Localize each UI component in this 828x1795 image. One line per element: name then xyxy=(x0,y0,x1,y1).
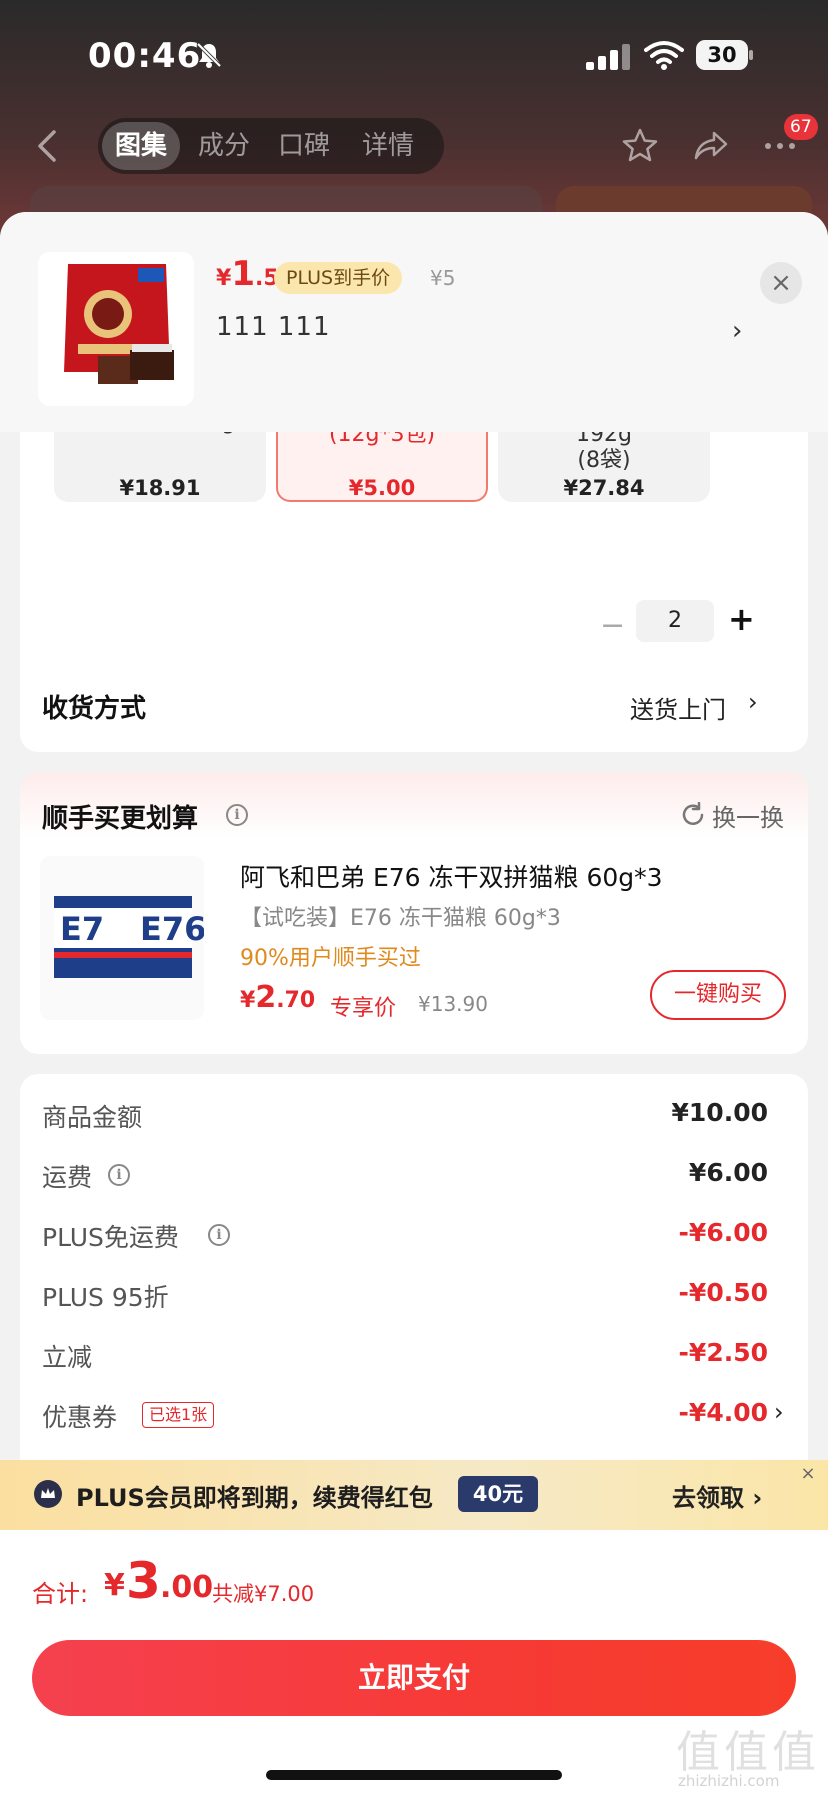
signal-icon xyxy=(586,44,630,70)
total-decimal: .00 xyxy=(160,1570,214,1605)
product-tabs: 图集 成分 口碑 详情 xyxy=(98,118,444,174)
battery-indicator: 30 xyxy=(696,40,754,70)
summary-row-coupon[interactable]: 优惠券 已选1张 -¥4.00 › xyxy=(42,1398,788,1434)
summary-value: -¥2.50 xyxy=(678,1338,768,1367)
bundle-bought-rate: 90%用户顺手买过 xyxy=(240,946,421,971)
home-indicator[interactable] xyxy=(266,1770,562,1780)
current-price: ¥1.5 xyxy=(216,254,279,294)
status-time: 00:46 xyxy=(88,36,202,76)
summary-label: 立减 xyxy=(42,1343,93,1372)
site-watermark: 值值值 xyxy=(676,1727,820,1778)
one-click-buy-button[interactable]: 一键购买 xyxy=(650,970,786,1020)
message-count-badge: 67 xyxy=(784,114,818,140)
refresh-icon[interactable] xyxy=(680,802,706,828)
total-label: 合计: xyxy=(32,1580,89,1608)
total-integer: 3 xyxy=(126,1552,161,1610)
quantity-increase-button[interactable]: + xyxy=(728,600,755,638)
bundle-recommendation-card: 顺手买更划算 i 换一换 E76 E7 阿飞和巴弟 E76 冻干双拼猫粮 60g… xyxy=(20,772,808,1054)
original-price: ¥5 xyxy=(430,266,456,290)
bundle-title: 顺手买更划算 xyxy=(42,804,199,834)
battery-cap xyxy=(749,50,753,60)
summary-label: 商品金额 xyxy=(42,1103,143,1132)
status-bar: 00:46 30 xyxy=(0,0,828,110)
summary-value: ¥6.00 xyxy=(688,1158,768,1187)
summary-label: 优惠券 xyxy=(42,1403,118,1432)
red-packet-amount-badge: 40元 xyxy=(458,1476,538,1512)
favorite-star-icon[interactable] xyxy=(620,126,660,166)
close-icon[interactable]: × xyxy=(796,1462,820,1486)
bundle-price: ¥2.70 xyxy=(240,980,315,1015)
summary-label: PLUS 95折 xyxy=(42,1283,169,1312)
price-currency: ¥ xyxy=(216,266,232,291)
total-saved: 共减¥7.00 xyxy=(212,1582,315,1606)
summary-label: PLUS免运费 xyxy=(42,1223,179,1252)
summary-value: -¥4.00 xyxy=(678,1398,768,1427)
refresh-label[interactable]: 换一换 xyxy=(712,798,784,833)
option-price: ¥27.84 xyxy=(563,476,645,500)
quantity-input[interactable]: 2 xyxy=(636,600,714,642)
plus-crown-icon xyxy=(34,1480,62,1508)
coupon-selected-tag: 已选1张 xyxy=(142,1402,215,1428)
battery-level: 30 xyxy=(696,40,748,70)
selected-spec-text[interactable]: 111 111 xyxy=(216,312,331,342)
product-thumbnail xyxy=(38,252,194,406)
plus-banner-text: PLUS会员即将到期，续费得红包 xyxy=(76,1484,433,1512)
bundle-product-sub: 【试吃装】E76 冻干猫粮 60g*3 xyxy=(240,906,561,931)
summary-value: -¥0.50 xyxy=(678,1278,768,1307)
bundle-product-name[interactable]: 阿飞和巴弟 E76 冻干双拼猫粮 60g*3 xyxy=(240,858,663,894)
summary-row-plus-discount: PLUS 95折 -¥0.50 xyxy=(42,1278,788,1314)
back-arrow-icon[interactable] xyxy=(32,128,62,164)
total-currency: ¥ xyxy=(104,1568,125,1603)
info-icon[interactable]: i xyxy=(208,1224,230,1246)
summary-row-shipping: 运费 i ¥6.00 xyxy=(42,1158,788,1194)
shipping-method-value[interactable]: 送货上门 xyxy=(630,690,726,725)
plus-price-tag: PLUS到手价 xyxy=(274,262,403,294)
chevron-right-icon[interactable]: › xyxy=(748,688,758,716)
package-text: E76 xyxy=(140,910,204,948)
selected-product-header: ¥1.5 PLUS到手价 ¥5 111 111 › × xyxy=(0,212,828,432)
bundle-product-image: E76 E7 xyxy=(40,856,204,1020)
share-icon[interactable] xyxy=(690,126,730,166)
price-decimal: .70 xyxy=(276,988,316,1013)
site-watermark-url: zhizhizhi.com xyxy=(678,1772,780,1790)
info-icon[interactable]: i xyxy=(108,1164,130,1186)
tab-reviews[interactable]: 口碑 xyxy=(264,122,344,170)
wifi-icon xyxy=(644,41,684,70)
summary-label: 运费 xyxy=(42,1163,93,1192)
summary-row-instant-discount: 立减 -¥2.50 xyxy=(42,1338,788,1374)
summary-value: -¥6.00 xyxy=(678,1218,768,1247)
chevron-right-icon[interactable]: › xyxy=(774,1398,784,1426)
info-icon[interactable]: i xyxy=(226,804,248,826)
exclusive-price-tag: 专享价 xyxy=(330,996,397,1021)
option-price: ¥5.00 xyxy=(348,476,416,500)
bundle-original-price: ¥13.90 xyxy=(418,992,488,1016)
pay-now-button[interactable]: 立即支付 xyxy=(32,1640,796,1716)
summary-value: ¥10.00 xyxy=(671,1098,768,1127)
brown-sugar-package-image xyxy=(38,252,194,406)
svg-text:E7: E7 xyxy=(60,910,104,948)
shipping-method-label: 收货方式 xyxy=(42,694,147,724)
product-nav-bar: 图集 成分 口碑 详情 67 xyxy=(0,112,828,180)
claim-link[interactable]: 去领取 › xyxy=(672,1478,762,1513)
checkout-footer: 合计: ¥ 3 .00 共减¥7.00 立即支付 值值值 zhizhizhi.c… xyxy=(0,1530,828,1795)
quantity-decrease-button[interactable]: − xyxy=(600,608,625,643)
chevron-right-icon[interactable]: › xyxy=(732,316,742,346)
cat-food-package-image: E76 E7 xyxy=(40,856,204,1020)
price-integer: 2 xyxy=(255,980,277,1015)
price-integer: 1 xyxy=(231,254,255,294)
tab-ingredients[interactable]: 成分 xyxy=(186,122,262,170)
close-button[interactable]: × xyxy=(760,262,802,304)
tab-details[interactable]: 详情 xyxy=(348,122,428,170)
bell-off-icon xyxy=(196,42,222,68)
summary-row-subtotal: 商品金额 ¥10.00 xyxy=(42,1098,788,1134)
option-price: ¥18.91 xyxy=(119,476,201,500)
summary-row-plus-free-shipping: PLUS免运费 i -¥6.00 xyxy=(42,1218,788,1254)
price-currency: ¥ xyxy=(240,988,256,1013)
tab-gallery[interactable]: 图集 xyxy=(102,122,180,170)
plus-renewal-banner[interactable]: PLUS会员即将到期，续费得红包 40元 去领取 › × xyxy=(0,1460,828,1530)
